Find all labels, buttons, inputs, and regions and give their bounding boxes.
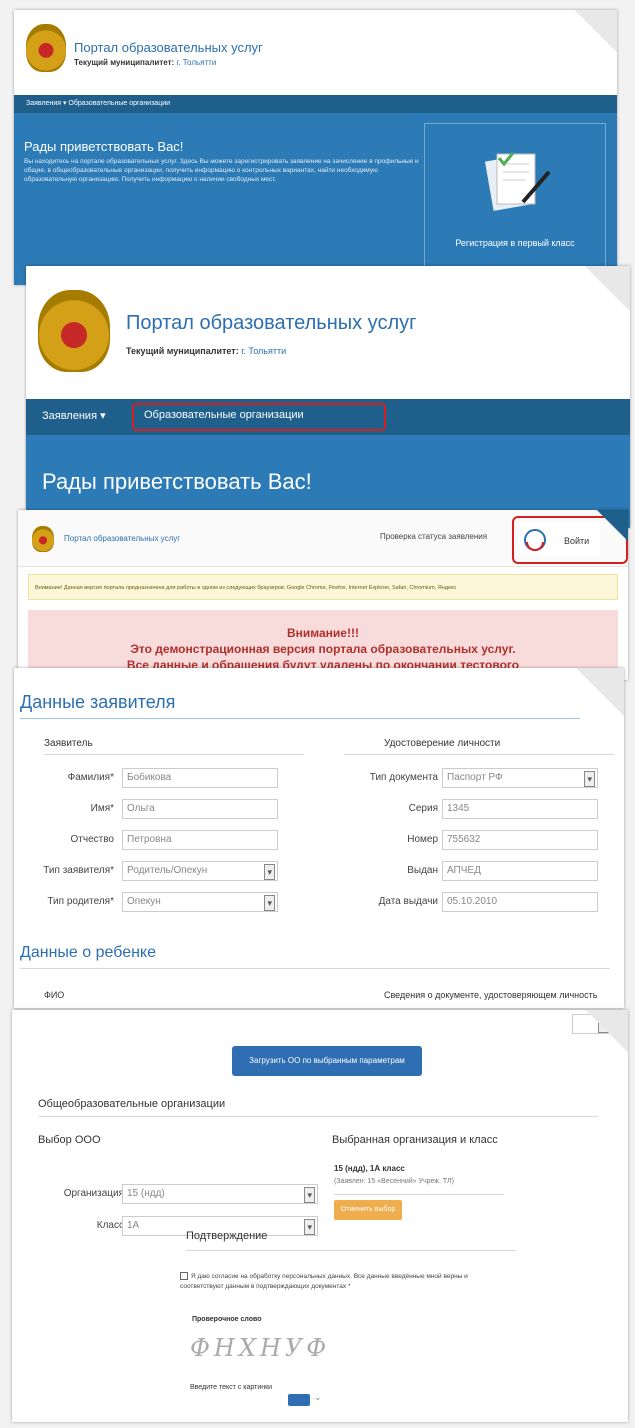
- municipality: Текущий муниципалитет: г. Тольятти: [126, 346, 286, 356]
- portal-title[interactable]: Портал образовательных услуг: [74, 40, 263, 55]
- orgs-header: Общеобразовательные организации: [38, 1098, 226, 1110]
- text-field[interactable]: 755632: [442, 830, 598, 850]
- load-schools-button[interactable]: Загрузить ОО по выбранным параметрам: [232, 1046, 422, 1076]
- welcome-text: Вы находитесь на портале образовательных…: [24, 158, 419, 183]
- status-check-link[interactable]: Проверка статуса заявления: [380, 532, 487, 541]
- chevron-down-icon: ⌄: [314, 1392, 322, 1402]
- browser-notice: Внимание! Данная версия портала предназн…: [28, 574, 618, 600]
- divider: [186, 1250, 516, 1251]
- municipality: Текущий муниципалитет: г. Тольятти: [74, 58, 216, 67]
- field-label: Выдан: [407, 865, 438, 876]
- divider: [44, 754, 304, 755]
- page-fold: [575, 668, 624, 717]
- municipality-label: Текущий муниципалитет:: [74, 58, 175, 67]
- captcha-image: ФНХНУФ: [190, 1334, 331, 1362]
- identity-header: Удостоверение личности: [384, 738, 501, 749]
- field-label: Тип заявителя*: [43, 865, 114, 876]
- child-doc-header: Сведения о документе, удостоверяющем лич…: [384, 990, 598, 1000]
- screenshot-frame-login: Портал образовательных услуг Проверка ст…: [18, 510, 628, 680]
- consent-checkbox[interactable]: [180, 1272, 188, 1281]
- screenshot-frame-school-choice: Загрузить ОО по выбранным параметрам Общ…: [12, 1010, 628, 1422]
- captcha-label: Проверочное слово: [192, 1316, 262, 1323]
- emblem-icon: [26, 24, 66, 72]
- text-field[interactable]: 05.10.2010: [442, 892, 598, 912]
- warning-title: Внимание!!!: [287, 626, 359, 640]
- cancel-choice-button[interactable]: Отменить выбор: [334, 1200, 402, 1220]
- municipality-label: Текущий муниципалитет:: [126, 346, 239, 356]
- field-label: Имя*: [90, 803, 114, 814]
- warning-line-1: Это демонстрационная версия портала обра…: [130, 642, 516, 656]
- divider: [334, 1194, 504, 1195]
- emblem-icon: [38, 290, 110, 372]
- first-grade-tile-label: Регистрация в первый класс: [455, 238, 575, 248]
- municipality-link[interactable]: г. Тольятти: [176, 58, 216, 67]
- breadcrumb[interactable]: Заявления ▾ Образовательные организации: [14, 95, 617, 113]
- text-field[interactable]: Бобикова: [122, 768, 278, 788]
- screenshot-frame-home: Портал образовательных услуг Текущий мун…: [14, 10, 617, 285]
- welcome-title: Рады приветствовать Вас!: [42, 469, 312, 494]
- municipality-link[interactable]: г. Тольятти: [241, 346, 286, 356]
- choose-header: Выбор ООО: [38, 1134, 101, 1146]
- text-field[interactable]: 1345: [442, 799, 598, 819]
- consent-row: Я даю согласие на обработку персональных…: [180, 1272, 500, 1292]
- first-grade-tile[interactable]: Регистрация в первый класс: [424, 123, 606, 275]
- field-label: Фамилия*: [67, 772, 114, 783]
- divider: [38, 1116, 598, 1117]
- applicant-header: Заявитель: [44, 738, 93, 749]
- page-fold: [574, 10, 617, 53]
- captcha-input-label: Введите текст с картинки: [190, 1384, 273, 1391]
- child-fio-header: ФИО: [44, 990, 65, 1000]
- portal-title[interactable]: Портал образовательных услуг: [126, 312, 416, 335]
- text-field[interactable]: АПЧЕД: [442, 861, 598, 881]
- document-pen-icon: [484, 152, 551, 211]
- field-label: Номер: [407, 834, 438, 845]
- refresh-captcha-button[interactable]: [288, 1394, 310, 1406]
- applicant-section-title: Данные заявителя: [20, 692, 176, 712]
- divider: [344, 754, 614, 755]
- class-label: Класс: [96, 1220, 124, 1231]
- child-section-title: Данные о ребенке: [20, 944, 157, 961]
- school-label: Организация: [63, 1188, 124, 1199]
- emblem-icon: [32, 526, 54, 552]
- divider: [20, 968, 610, 969]
- field-label: Тип документа: [369, 772, 438, 783]
- text-field[interactable]: Ольга: [122, 799, 278, 819]
- field-label: Тип родителя*: [47, 896, 114, 907]
- screenshot-frame-header-zoom: Портал образовательных услуг Текущий мун…: [26, 266, 630, 528]
- portal-title[interactable]: Портал образовательных услуг: [64, 534, 180, 543]
- school-select[interactable]: 15 (ндд): [122, 1184, 318, 1204]
- select-field[interactable]: Паспорт РФ: [442, 768, 598, 788]
- select-field[interactable]: Опекун: [122, 892, 278, 912]
- highlight-organizations: [132, 403, 386, 431]
- selected-header: Выбранная организация и класс: [332, 1134, 498, 1146]
- field-label: Дата выдачи: [378, 896, 438, 907]
- confirm-header: Подтверждение: [186, 1230, 268, 1242]
- field-label: Отчество: [70, 834, 114, 845]
- nav-applications[interactable]: Заявления ▾: [42, 409, 106, 422]
- welcome-title: Рады приветствовать Вас!: [24, 139, 184, 154]
- welcome-banner: Рады приветствовать Вас! Вы находитесь н…: [14, 113, 617, 285]
- selected-org-address: (Заявлен: 15 «Весенний» Учреж. ТЛ): [334, 1178, 454, 1185]
- select-field[interactable]: Родитель/Опекун: [122, 861, 278, 881]
- consent-text: Я даю согласие на обработку персональных…: [180, 1273, 468, 1290]
- text-field[interactable]: Петровна: [122, 830, 278, 850]
- field-label: Серия: [408, 803, 438, 814]
- divider: [20, 718, 580, 719]
- selected-org: 15 (ндд), 1А класс: [334, 1164, 405, 1173]
- page-fold: [584, 266, 630, 312]
- screenshot-frame-applicant: Данные заявителя Заявитель Удостоверение…: [14, 668, 624, 1008]
